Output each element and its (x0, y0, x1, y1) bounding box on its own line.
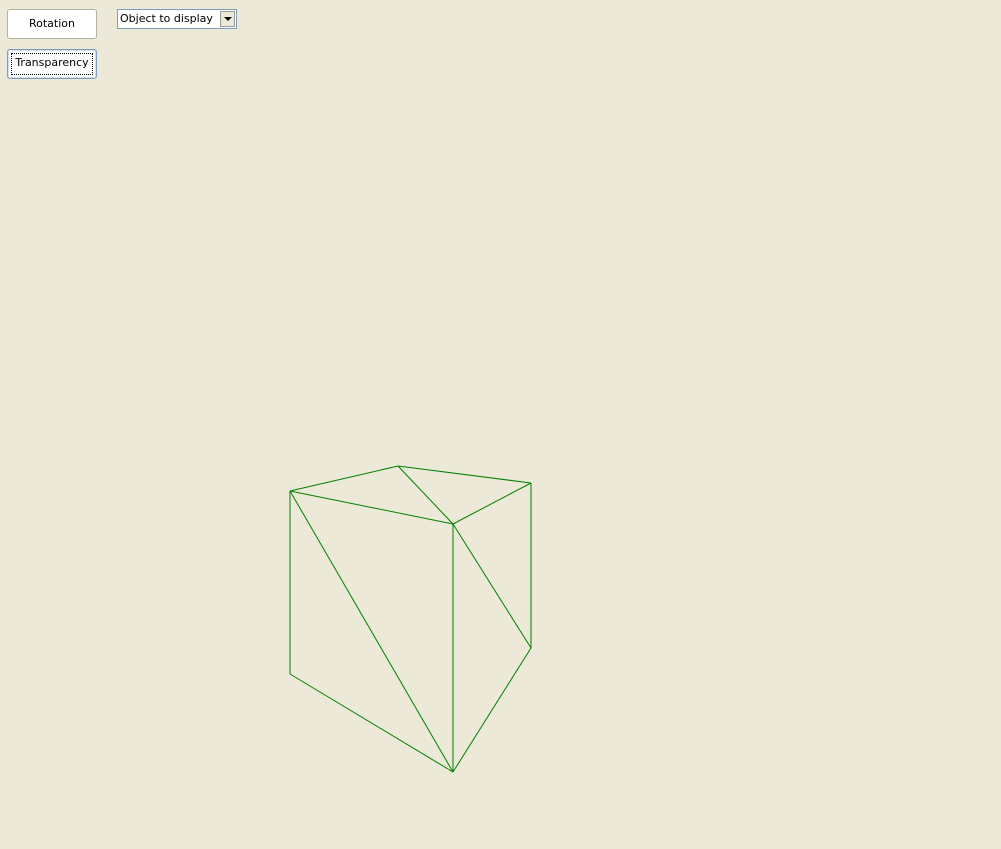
wireframe-object (289, 465, 532, 773)
3d-viewport[interactable] (0, 0, 1001, 849)
wire-edge (289, 490, 454, 525)
wire-edge (397, 465, 532, 484)
wire-edge (397, 465, 454, 525)
wire-edge (452, 523, 532, 649)
wire-edge (452, 482, 532, 525)
wire-edge (289, 673, 454, 773)
wire-edge (289, 465, 399, 492)
wire-edge (452, 647, 532, 773)
wire-edge (289, 490, 454, 773)
